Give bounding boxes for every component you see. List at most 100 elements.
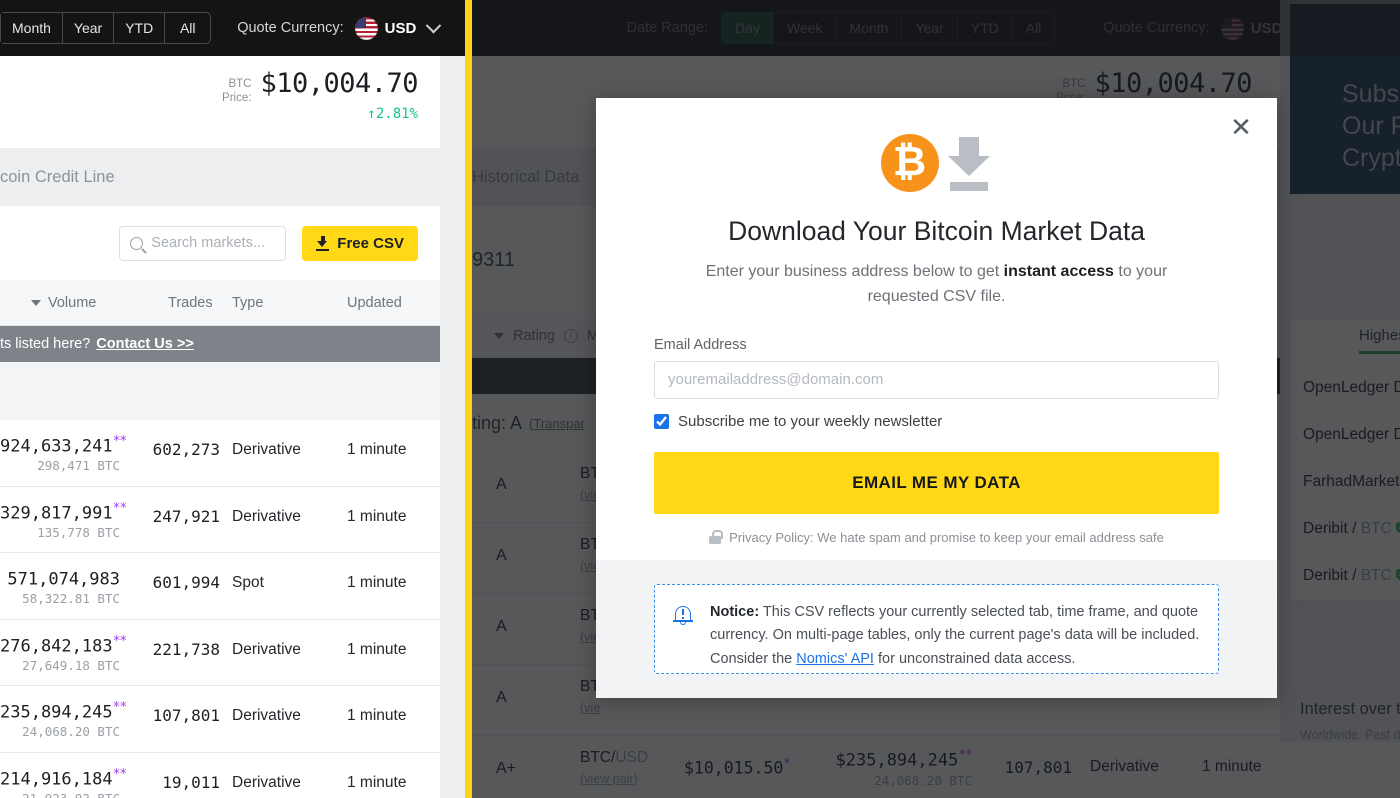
- quote-currency-label: Quote Currency:: [237, 20, 344, 36]
- cell-volume-btc: 24,068.20 BTC: [22, 724, 120, 739]
- contact-us-link[interactable]: Contact Us >>: [96, 336, 194, 352]
- cell-updated: 1 minute: [347, 773, 407, 791]
- search-markets-input[interactable]: Search markets...: [119, 225, 287, 261]
- cell-volume-btc: 27,649.18 BTC: [22, 657, 120, 673]
- asterisk-marker: **: [112, 766, 128, 782]
- cell-updated: 1 minute: [347, 707, 407, 724]
- newsletter-checkbox-label[interactable]: Subscribe me to your weekly newsletter: [678, 413, 942, 430]
- left-topbar: Month Year YTD All Quote Currency: USD: [0, 0, 465, 56]
- cell-volume: 214,916,184**: [0, 766, 127, 790]
- download-arrow-icon: [945, 135, 993, 191]
- bell-alert-icon: [673, 605, 693, 627]
- nomics-api-link[interactable]: Nomics' API: [796, 651, 874, 667]
- asterisk-marker: **: [112, 700, 128, 715]
- col-volume-label: Volume: [48, 294, 97, 311]
- left-row-gap: [0, 362, 440, 420]
- panel-divider: [465, 0, 472, 798]
- cell-type: Derivative: [232, 707, 301, 724]
- cell-trades: 602,273: [152, 440, 220, 459]
- modal-subtitle: Enter your business address below to get…: [705, 263, 1168, 305]
- cell-trades: 247,921: [152, 506, 220, 526]
- table-row[interactable]: 329,817,991** 135,778 BTC 247,921 Derivativ…: [0, 486, 440, 553]
- cell-volume: 235,894,245**: [0, 700, 127, 723]
- left-search-row: Search markets... Free CSV: [0, 206, 440, 280]
- left-contact-strip: ts listed here? Contact Us >>: [0, 326, 440, 362]
- cell-trades: 601,994: [152, 573, 220, 592]
- left-date-range-group[interactable]: Month Year YTD All: [0, 12, 212, 44]
- left-page-slice: Month Year YTD All Quote Currency: USD B…: [0, 0, 465, 798]
- free-csv-button[interactable]: Free CSV: [302, 225, 418, 261]
- col-type[interactable]: Type: [232, 295, 263, 311]
- cell-volume-btc: 135,778 BTC: [37, 524, 120, 540]
- cell-updated: 1 minute: [347, 507, 407, 525]
- table-row[interactable]: 214,916,184** 21,923.92 BTC 19,011 Derivati…: [0, 752, 440, 798]
- cell-volume-btc: 298,471 BTC: [37, 458, 120, 473]
- col-trades[interactable]: Trades: [168, 295, 213, 311]
- asterisk-marker: **: [112, 500, 128, 516]
- modal-backdrop-topbar: [472, 0, 1400, 56]
- left-table-header: Volume Trades Type Updated: [0, 280, 440, 326]
- page-title: Download Your Bitcoin Market Data: [728, 216, 1145, 246]
- btc-price-value: $10,004.70: [260, 68, 418, 99]
- table-row[interactable]: 235,894,245** 24,068.20 BTC 107,801 Derivat…: [0, 686, 440, 753]
- csv-notice-text: Notice: This CSV reflects your currently…: [710, 604, 1200, 667]
- newsletter-checkbox[interactable]: [654, 413, 669, 429]
- left-quote-currency-selector[interactable]: Quote Currency: USD: [237, 16, 442, 40]
- cell-type: Derivative: [232, 640, 301, 658]
- contact-strip-text: ts listed here?: [0, 336, 91, 352]
- table-row[interactable]: 276,842,183** 27,649.18 BTC 221,738 Derivat…: [0, 619, 440, 686]
- close-icon[interactable]: ✕: [1226, 112, 1256, 142]
- caret-down-icon: [31, 299, 41, 306]
- csv-notice-box: Notice: This CSV reflects your currently…: [654, 584, 1219, 674]
- credit-line-tab[interactable]: coin Credit Line: [0, 148, 465, 206]
- lock-icon: [709, 530, 723, 545]
- email-field-label: Email Address: [654, 336, 747, 353]
- cell-trades: 19,011: [162, 772, 220, 792]
- cell-volume: 276,842,183**: [0, 633, 127, 657]
- quote-currency-value: USD: [384, 19, 417, 37]
- modal-body: ₿ Download Your Bitcoin Market Data Ente…: [596, 98, 1277, 560]
- bitcoin-icon: ₿: [880, 134, 939, 192]
- notice-label: Notice:: [710, 604, 760, 620]
- newsletter-checkbox-row[interactable]: Subscribe me to your weekly newsletter: [654, 413, 1219, 430]
- cell-volume: 571,074,983: [7, 569, 120, 590]
- cell-trades: 221,738: [152, 639, 220, 659]
- cell-type: Derivative: [232, 507, 301, 525]
- col-volume[interactable]: Volume: [31, 295, 96, 311]
- cell-type: Derivative: [232, 773, 301, 791]
- btc-price-label: BTCPrice:: [222, 78, 252, 105]
- range-all[interactable]: All: [165, 12, 212, 44]
- left-edge-filler: [440, 56, 465, 798]
- search-placeholder: Search markets...: [151, 235, 265, 251]
- download-csv-modal: ✕ ₿ Download Your Bitcoin Market Data En…: [596, 98, 1277, 698]
- range-year[interactable]: Year: [62, 12, 115, 44]
- privacy-notice: Privacy Policy: We hate spam and promise…: [654, 530, 1219, 545]
- cell-type: Spot: [232, 574, 264, 591]
- range-month[interactable]: Month: [0, 12, 63, 44]
- us-flag-icon: [354, 16, 378, 40]
- table-row[interactable]: 571,074,983 58,322.81 BTC 601,994 Spot 1 min…: [0, 553, 440, 620]
- left-price-band: BTC Price: $10,004.70 ↑2.81%: [0, 56, 440, 148]
- submit-button[interactable]: EMAIL ME MY DATA: [654, 451, 1219, 514]
- privacy-notice-text: Privacy Policy: We hate spam and promise…: [729, 529, 1164, 545]
- search-icon: [130, 236, 144, 250]
- cell-updated: 1 minute: [347, 574, 407, 591]
- cell-volume-btc: 21,923.92 BTC: [22, 790, 120, 798]
- modal-footer: Notice: This CSV reflects your currently…: [596, 560, 1277, 698]
- asterisk-marker: **: [112, 633, 128, 649]
- modal-hero-icons: ₿: [654, 134, 1219, 192]
- cell-updated: 1 minute: [347, 441, 407, 458]
- col-updated[interactable]: Updated: [347, 295, 402, 311]
- email-field[interactable]: [654, 360, 1219, 399]
- range-ytd[interactable]: YTD: [114, 12, 166, 44]
- table-row[interactable]: 924,633,241** 298,471 BTC 602,273 Derivativ…: [0, 420, 440, 487]
- cell-volume: 329,817,991**: [0, 500, 127, 524]
- cell-volume: 924,633,241**: [0, 434, 127, 457]
- chevron-down-icon[interactable]: [426, 17, 442, 33]
- credit-line-label: coin Credit Line: [0, 167, 115, 186]
- cell-trades: 107,801: [152, 706, 220, 725]
- left-table-rows: 924,633,241** 298,471 BTC 602,273 Derivativ…: [0, 420, 440, 798]
- cell-updated: 1 minute: [347, 640, 407, 658]
- btc-price-change: ↑2.81%: [367, 106, 418, 122]
- cell-volume-btc: 58,322.81 BTC: [22, 591, 120, 606]
